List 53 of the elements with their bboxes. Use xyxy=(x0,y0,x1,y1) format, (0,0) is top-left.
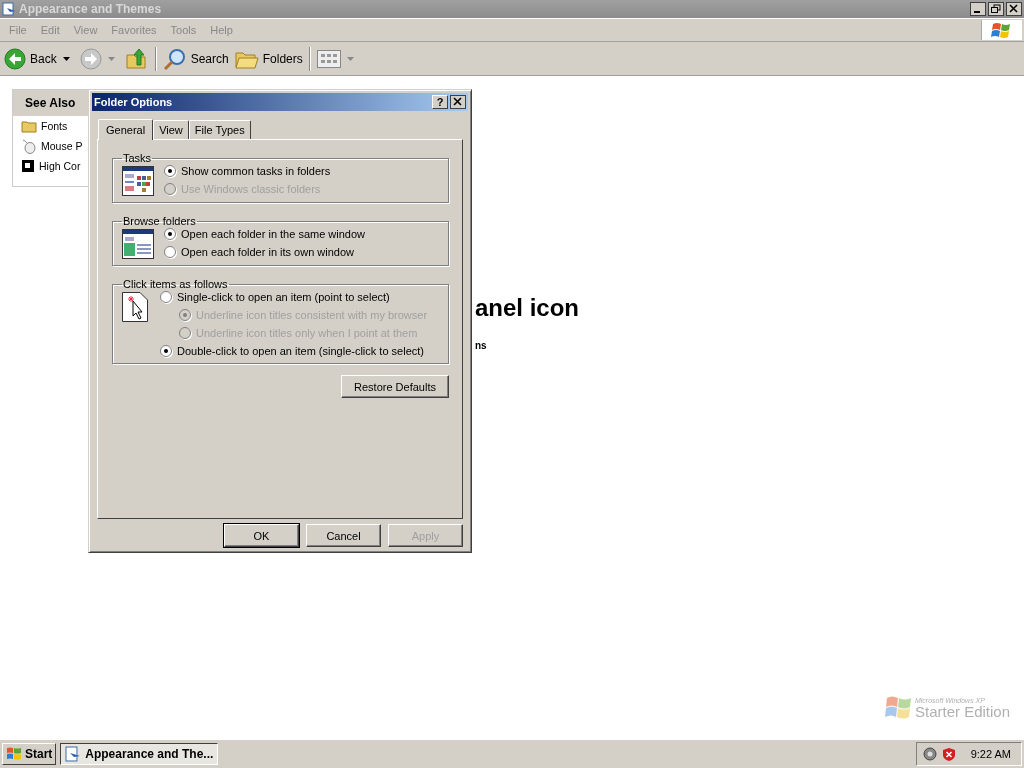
close-icon[interactable] xyxy=(1006,2,1022,16)
radio-option[interactable]: Open each folder in its own window xyxy=(164,245,366,258)
start-button[interactable]: Start xyxy=(2,743,57,765)
group-title: Browse folders xyxy=(122,215,197,227)
restore-defaults-button[interactable]: Restore Defaults xyxy=(341,375,449,398)
clock: 9:22 AM xyxy=(970,748,1011,760)
restore-icon[interactable] xyxy=(988,2,1004,16)
folder-icon xyxy=(21,119,37,133)
views-icon[interactable] xyxy=(316,49,341,68)
windows-flag-icon xyxy=(884,695,913,721)
document-pointer-icon xyxy=(122,292,150,322)
window-tasks-icon xyxy=(122,166,154,196)
help-button[interactable]: ? xyxy=(432,95,448,109)
taskbar-button[interactable]: Appearance and The... xyxy=(60,743,219,765)
folder-up-icon[interactable] xyxy=(124,46,149,71)
dialog-button[interactable]: OK xyxy=(224,524,299,547)
minimize-icon[interactable] xyxy=(970,2,986,16)
group-title: Click items as follows xyxy=(122,278,229,290)
radio-button[interactable] xyxy=(164,227,176,240)
page-heading: anel icon xyxy=(475,294,581,322)
tab[interactable]: General xyxy=(98,119,154,140)
forward-button[interactable] xyxy=(79,47,102,70)
page-text: ns xyxy=(475,340,488,351)
caret-icon[interactable] xyxy=(62,56,70,61)
close-icon[interactable] xyxy=(450,95,466,109)
back-button[interactable]: Back xyxy=(4,47,57,70)
dialog-button[interactable]: Cancel xyxy=(306,524,381,547)
speaker-icon[interactable] xyxy=(922,747,937,761)
radio-button[interactable] xyxy=(160,290,172,303)
radio-button[interactable] xyxy=(160,344,172,357)
see-also-link[interactable]: High Cor xyxy=(39,160,81,172)
folders-button[interactable]: Folders xyxy=(234,47,303,70)
windows-flag-icon xyxy=(6,747,22,761)
see-also-link[interactable]: Mouse P xyxy=(41,140,83,152)
contrast-icon xyxy=(21,159,35,173)
mouse-icon xyxy=(21,138,37,154)
radio-button[interactable] xyxy=(164,245,176,258)
radio-option[interactable]: Single-click to open an item (point to select) xyxy=(160,290,428,303)
window-title: Appearance and Themes xyxy=(19,2,162,16)
security-shield-icon[interactable] xyxy=(941,746,956,762)
radio-option[interactable]: Show common tasks in folders xyxy=(164,164,331,177)
radio-option[interactable]: Double-click to open an item (single-click to select) xyxy=(160,344,428,357)
radio-button[interactable] xyxy=(164,164,176,177)
see-also-link[interactable]: Fonts xyxy=(41,120,68,132)
window-icon xyxy=(2,2,16,16)
search-icon xyxy=(162,47,187,70)
logo-edition: Starter Edition xyxy=(914,704,1010,719)
tab[interactable]: View xyxy=(153,120,189,139)
radio-option[interactable]: Open each folder in the same window xyxy=(164,227,366,240)
search-button[interactable]: Search xyxy=(162,47,229,70)
window-browse-icon xyxy=(122,229,154,259)
tab[interactable]: File Types xyxy=(188,120,251,139)
group-title: Tasks xyxy=(122,152,153,164)
